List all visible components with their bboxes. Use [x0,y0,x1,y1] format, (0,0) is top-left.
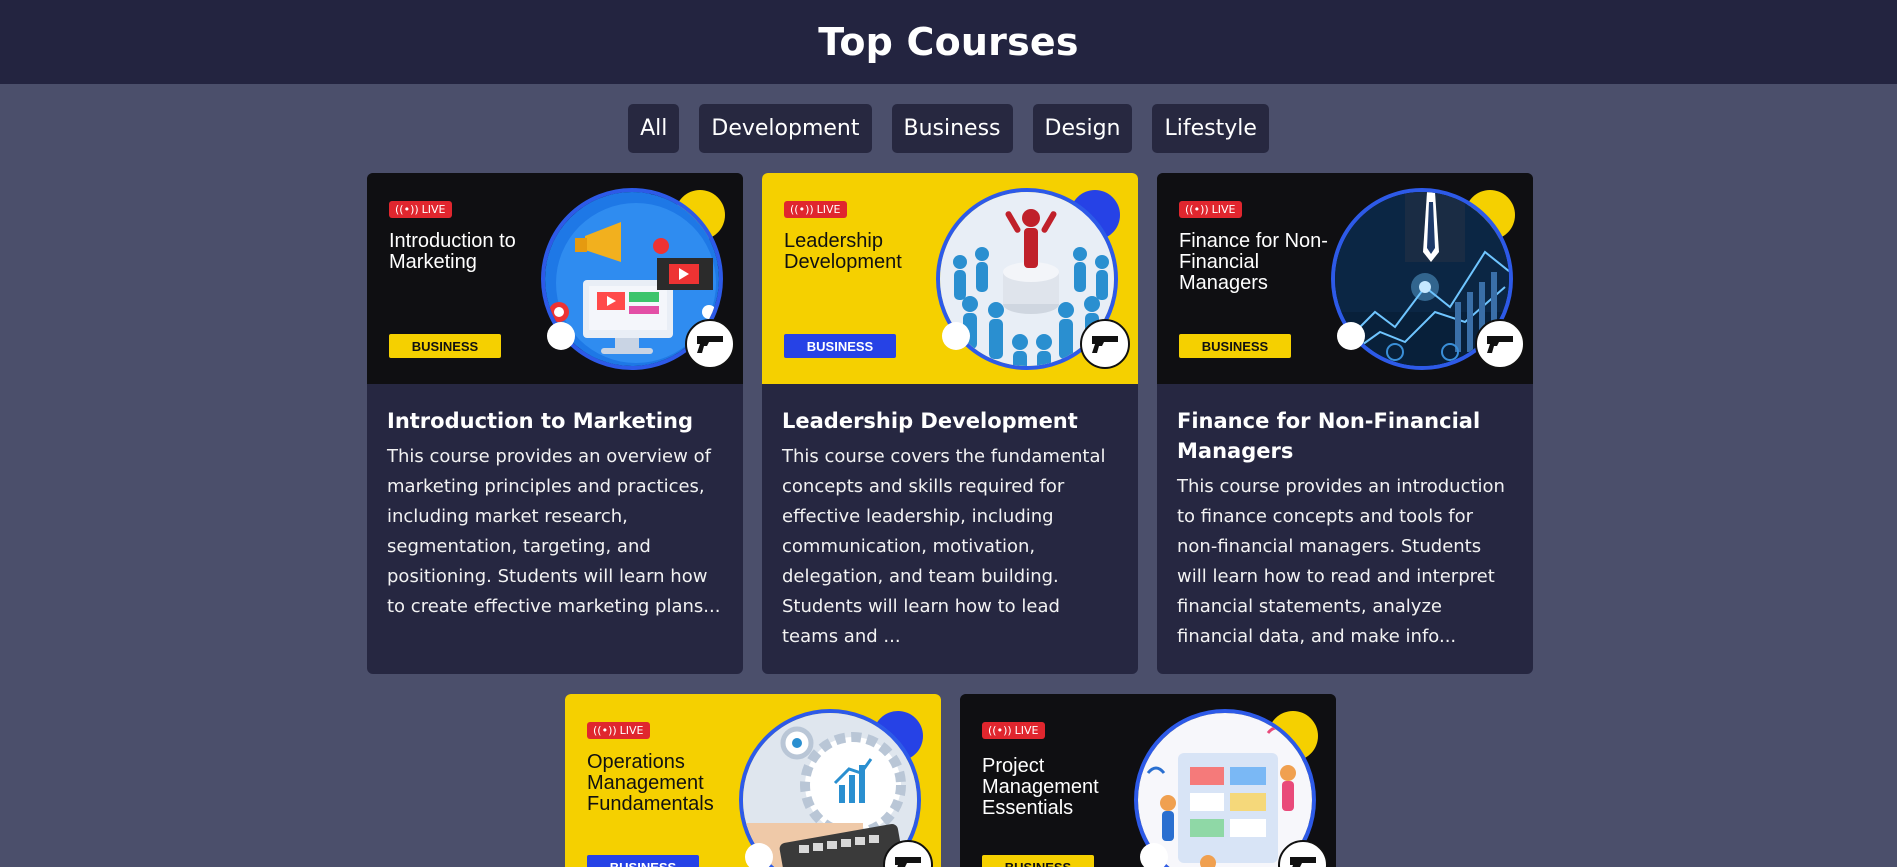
live-badge: ((•)) LIVE [587,722,650,739]
live-badge: ((•)) LIVE [389,201,452,218]
broadcast-icon: ((•)) [395,203,419,216]
course-card[interactable]: ((•)) LIVE Operations Management Fundame… [565,694,941,867]
live-badge: ((•)) LIVE [784,201,847,218]
banner-title: Finance for Non-Financial Managers [1179,230,1328,294]
decorative-dot [745,843,773,867]
course-card[interactable]: ((•)) LIVE Finance for Non-Financial Man… [1157,173,1533,674]
course-description: This course provides an introduction to … [1177,476,1505,647]
course-description: This course covers the fundamental conce… [782,446,1106,647]
category-pill: BUSINESS [587,855,699,867]
pistol-icon [1080,319,1130,369]
category-pill: BUSINESS [982,855,1094,867]
filter-design-button[interactable]: Design [1032,104,1133,153]
banner-title: Project Management Essentials [982,755,1099,819]
live-badge: ((•)) LIVE [982,722,1045,739]
course-description: This course provides an overview of mark… [387,446,721,617]
broadcast-icon: ((•)) [593,724,617,737]
course-banner: ((•)) LIVE Finance for Non-Financial Man… [1157,173,1533,384]
broadcast-icon: ((•)) [988,724,1012,737]
card-body: Leadership Development This course cover… [762,384,1138,672]
card-body: Introduction to Marketing This course pr… [367,384,743,642]
broadcast-icon: ((•)) [790,203,814,216]
course-card[interactable]: ((•)) LIVE Leadership Development BUSINE… [762,173,1138,674]
card-body: Finance for Non-Financial Managers This … [1157,384,1533,672]
category-filter-bar: All Development Business Design Lifestyl… [0,104,1897,153]
course-card[interactable]: ((•)) LIVE Project Management Essentials… [960,694,1336,867]
page-title: Top Courses [818,20,1079,64]
banner-title: Operations Management Fundamentals [587,751,714,815]
course-banner: ((•)) LIVE Introduction to Marketing BUS… [367,173,743,384]
course-title[interactable]: Leadership Development [782,406,1118,436]
filter-business-button[interactable]: Business [891,104,1013,153]
broadcast-icon: ((•)) [1185,203,1209,216]
course-banner: ((•)) LIVE Operations Management Fundame… [565,694,941,867]
category-pill: BUSINESS [389,334,501,358]
pistol-icon [685,319,735,369]
live-badge: ((•)) LIVE [1179,201,1242,218]
course-title[interactable]: Finance for Non-Financial Managers [1177,406,1513,466]
course-banner: ((•)) LIVE Leadership Development BUSINE… [762,173,1138,384]
decorative-dot [1337,322,1365,350]
category-pill: BUSINESS [784,334,896,358]
decorative-dot [942,322,970,350]
course-banner: ((•)) LIVE Project Management Essentials… [960,694,1336,867]
top-header: Top Courses [0,0,1897,84]
pistol-icon [1475,319,1525,369]
decorative-dot [547,322,575,350]
filter-lifestyle-button[interactable]: Lifestyle [1152,104,1269,153]
decorative-dot [1140,843,1168,867]
filter-all-button[interactable]: All [628,104,680,153]
filter-development-button[interactable]: Development [699,104,872,153]
course-title[interactable]: Introduction to Marketing [387,406,723,436]
course-card[interactable]: ((•)) LIVE Introduction to Marketing BUS… [367,173,743,674]
category-pill: BUSINESS [1179,334,1291,358]
banner-title: Leadership Development [784,230,902,273]
banner-title: Introduction to Marketing [389,230,516,273]
